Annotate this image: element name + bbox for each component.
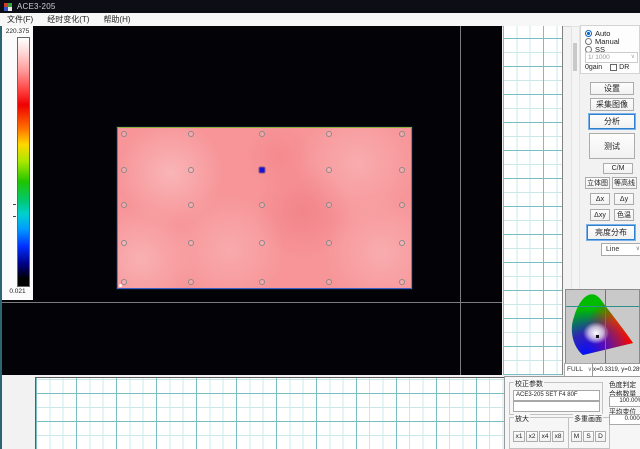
calibration-marker <box>259 279 265 285</box>
cie-chromaticity-diagram[interactable] <box>565 289 640 364</box>
calibration-marker <box>188 240 194 246</box>
calibration-marker <box>121 131 127 137</box>
cie-coordinates-value: x=0.3319, y=0.2898 <box>592 363 640 377</box>
calibration-marker <box>326 240 332 246</box>
calibration-marker <box>259 240 265 246</box>
delta-y-button[interactable]: Δy <box>614 193 634 205</box>
correction-params-label: 校正参数 <box>514 379 544 389</box>
calibration-marker <box>121 202 127 208</box>
scale-min-value: 0.021 <box>2 288 33 295</box>
correction-value-field2[interactable] <box>513 401 600 412</box>
center-point-marker <box>259 167 264 172</box>
chevron-down-icon: ∨ <box>631 53 635 62</box>
menu-file[interactable]: 文件(F) <box>0 13 40 26</box>
calibration-marker <box>121 279 127 285</box>
scale-tick <box>13 204 16 205</box>
stereo-view-button[interactable]: 立体图 <box>585 177 610 189</box>
test-button[interactable]: 测试 <box>589 133 635 159</box>
radio-manual-icon[interactable] <box>585 38 592 45</box>
test-panel[interactable] <box>117 127 412 289</box>
delta-x-button[interactable]: Δx <box>590 193 610 205</box>
cie-mode-value: FULL <box>567 366 583 373</box>
calibration-marker <box>399 167 405 173</box>
title-bar: ACE3-205 <box>0 0 640 13</box>
calibration-marker <box>326 202 332 208</box>
calibration-marker <box>121 240 127 246</box>
zoom-label: 放大 <box>514 414 530 424</box>
cie-crosshair-horizontal <box>566 306 639 307</box>
line-select[interactable]: Line ∨ <box>601 243 640 256</box>
contour-button[interactable]: 等高线 <box>612 177 637 189</box>
gain-label: 0gain <box>585 64 602 71</box>
chevron-down-icon: ∨ <box>636 244 640 255</box>
delta-xy-button[interactable]: Δxy <box>590 209 610 221</box>
calibration-marker <box>259 131 265 137</box>
calibration-marker <box>121 167 127 173</box>
calibration-marker <box>188 131 194 137</box>
scrollbar-thumb[interactable] <box>573 43 577 71</box>
calibration-marker <box>259 202 265 208</box>
scale-tick <box>13 216 16 217</box>
color-temp-button[interactable]: 色温 <box>614 209 634 221</box>
settings-button[interactable]: 设置 <box>590 82 634 95</box>
luminance-scale: 220.375 0.021 <box>2 26 33 300</box>
bottom-control-panel: 校正参数 ACE3-205 SET F4 80F 放大 x1 x2 x4 x8 … <box>504 376 640 449</box>
calibration-marker <box>326 279 332 285</box>
analyze-button[interactable]: 分析 <box>589 114 635 129</box>
calibration-marker <box>399 131 405 137</box>
calibration-marker <box>399 279 405 285</box>
menu-bar: 文件(F) 经时变化(T) 帮助(H) <box>0 13 640 27</box>
scale-gradient-bar <box>17 37 30 287</box>
shutter-value: 1/ 1000 <box>588 54 610 61</box>
multi-screen-group: 多重画面 M S D <box>568 417 610 449</box>
calibration-marker <box>188 202 194 208</box>
side-data-grid <box>503 26 563 375</box>
luminance-distribution-button[interactable]: 亮度分布 <box>587 225 635 240</box>
menu-help[interactable]: 帮助(H) <box>96 13 137 26</box>
calibration-marker <box>326 167 332 173</box>
calibration-marker <box>326 131 332 137</box>
dr-label: DR <box>619 64 629 71</box>
zoom-group: 放大 x1 x2 x4 x8 <box>509 417 569 449</box>
exposure-group: Auto Manual SS 1/ 1000 ∨ 0gain DR <box>580 25 640 74</box>
line-select-value: Line <box>606 246 619 253</box>
app-icon <box>4 3 12 11</box>
cie-measured-point <box>596 335 599 338</box>
multi-screen-label: 多重画面 <box>573 414 603 424</box>
dr-checkbox[interactable] <box>610 64 617 71</box>
calibration-marker <box>399 240 405 246</box>
app-window: ACE3-205 文件(F) 经时变化(T) 帮助(H) 220.375 0.0… <box>0 0 640 449</box>
capture-image-button[interactable]: 采集图像 <box>590 98 634 111</box>
avg-deviation-value: 0.0000 <box>609 414 640 425</box>
zoom-x4-button[interactable]: x4 <box>539 431 551 442</box>
cie-crosshair-vertical <box>605 290 606 363</box>
calibration-marker <box>188 167 194 173</box>
correction-value-field[interactable]: ACE3-205 SET F4 80F <box>513 390 600 401</box>
zoom-x8-button[interactable]: x8 <box>552 431 564 442</box>
roi-vertical-line <box>460 26 461 375</box>
calibration-marker <box>399 202 405 208</box>
multi-s-button[interactable]: S <box>583 431 594 442</box>
window-title: ACE3-205 <box>17 2 56 11</box>
shutter-select[interactable]: 1/ 1000 ∨ <box>585 52 638 63</box>
radio-auto-icon[interactable] <box>585 30 592 37</box>
judgment-column: 色度判定 合格数量 100.00% 平均变位 0.0000 <box>607 377 640 449</box>
measurement-data-grid[interactable] <box>35 377 506 449</box>
zoom-x2-button[interactable]: x2 <box>526 431 538 442</box>
corner-point-marker <box>119 284 122 287</box>
cm-button[interactable]: C/M <box>603 163 633 174</box>
zoom-x1-button[interactable]: x1 <box>513 431 525 442</box>
multi-d-button[interactable]: D <box>595 431 606 442</box>
correction-params-group: 校正参数 ACE3-205 SET F4 80F <box>509 382 603 415</box>
roi-horizontal-line <box>2 302 502 303</box>
cie-horseshoe <box>566 290 639 363</box>
cie-mode-select[interactable]: FULL ∨ <box>564 363 595 377</box>
multi-m-button[interactable]: M <box>571 431 582 442</box>
menu-temporal-change[interactable]: 经时变化(T) <box>40 13 96 26</box>
gain-row: 0gain DR <box>585 64 637 71</box>
scale-max-value: 220.375 <box>2 28 33 35</box>
calibration-marker <box>188 279 194 285</box>
